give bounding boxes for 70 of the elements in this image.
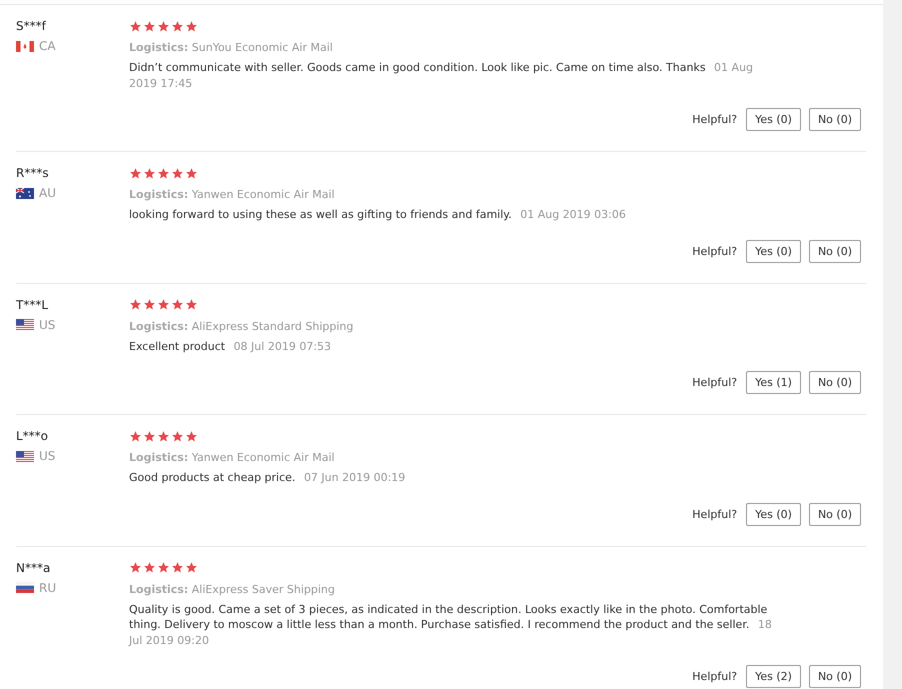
- logistics-label: Logistics:: [129, 451, 188, 464]
- no-button[interactable]: No (0): [808, 502, 861, 526]
- logistics-label: Logistics:: [129, 582, 188, 596]
- star-icon: [185, 561, 198, 574]
- star-icon: [143, 166, 156, 180]
- reviewer-name: T***L: [16, 296, 50, 312]
- no-button[interactable]: No (0): [808, 371, 861, 394]
- logistics-method: Yanwen Economic Air Mail: [192, 451, 335, 464]
- star-icon: [171, 20, 184, 32]
- star-icon: [143, 298, 156, 311]
- logistics-label: Logistics:: [129, 188, 188, 201]
- star-icon: [157, 430, 170, 442]
- star-icon: [157, 298, 170, 311]
- logistics-method: AliExpress Saver Shipping: [192, 582, 335, 596]
- star-icon: [129, 166, 142, 180]
- reviewer-name: S***f: [16, 18, 48, 34]
- review-text: Good products at cheap price. 07 Jun 2019 00:19: [129, 470, 406, 486]
- star-icon: [185, 430, 198, 442]
- no-button[interactable]: No (0): [808, 665, 861, 688]
- star-icon: [185, 20, 198, 32]
- review-text: Didn’t communicate with seller. Goods came in good condition. Look like pic. Came on time also. Thanks 01 Aug 2019 17:45: [129, 60, 754, 91]
- star-icon: [157, 561, 170, 574]
- star-icon: [143, 20, 156, 32]
- reviewer-name: N***a: [16, 560, 52, 576]
- reviewer-name: L***o: [16, 428, 50, 444]
- star-icon: [143, 430, 156, 442]
- country-code: AU: [39, 186, 56, 200]
- country-code: RU: [39, 580, 56, 594]
- country-code: US: [39, 318, 56, 332]
- star-icon: [129, 20, 142, 32]
- logistics-method: Yanwen Economic Air Mail: [192, 188, 335, 201]
- review-text: Excellent product 08 Jul 2019 07:53: [129, 338, 332, 354]
- country-code: US: [39, 449, 56, 463]
- yes-button[interactable]: Yes (2): [746, 665, 801, 688]
- star-icon: [171, 430, 184, 442]
- no-button[interactable]: No (0): [808, 108, 861, 131]
- flag-icon: [16, 450, 34, 462]
- yes-button[interactable]: Yes (1): [746, 371, 801, 394]
- helpful-label: Helpful?: [692, 670, 738, 683]
- star-icon: [171, 298, 184, 311]
- flag-icon: [16, 40, 34, 52]
- logistics-method: SunYou Economic Air Mail: [192, 41, 333, 54]
- star-icon: [143, 561, 156, 574]
- review-text: Quality is good. Came a set of 3 pieces, as indicated in the description. Looks exactly like in the photo. Comfortable thing. Delivery to moscow a little less than a month. Purchase satisfied. I recommend the product and the seller. 18 Jul 2019 09:20: [129, 602, 773, 648]
- flag-icon: [16, 582, 34, 593]
- star-icon: [185, 166, 198, 180]
- star-icon: [171, 561, 184, 574]
- review-text: looking forward to using these as well as gifting to friends and family. 01 Aug 2019 03:06: [129, 207, 627, 222]
- helpful-label: Helpful?: [692, 113, 738, 126]
- no-button[interactable]: No (0): [808, 240, 861, 262]
- star-icon: [129, 298, 142, 311]
- star-icon: [129, 430, 142, 442]
- flag-icon: [16, 319, 34, 330]
- helpful-label: Helpful?: [692, 244, 738, 258]
- yes-button[interactable]: Yes (0): [746, 240, 801, 262]
- star-icon: [157, 20, 170, 32]
- logistics-label: Logistics:: [129, 41, 188, 54]
- helpful-label: Helpful?: [692, 376, 738, 389]
- logistics-label: Logistics:: [129, 320, 188, 332]
- yes-button[interactable]: Yes (0): [746, 108, 801, 131]
- star-icon: [185, 298, 198, 311]
- country-code: CA: [39, 39, 56, 53]
- flag-icon: [16, 188, 34, 198]
- yes-button[interactable]: Yes (0): [746, 502, 801, 526]
- star-icon: [157, 166, 170, 180]
- reviewer-name: R***s: [16, 165, 50, 181]
- logistics-method: AliExpress Standard Shipping: [192, 320, 354, 332]
- star-icon: [129, 561, 142, 574]
- star-icon: [171, 166, 184, 180]
- helpful-label: Helpful?: [692, 508, 738, 520]
